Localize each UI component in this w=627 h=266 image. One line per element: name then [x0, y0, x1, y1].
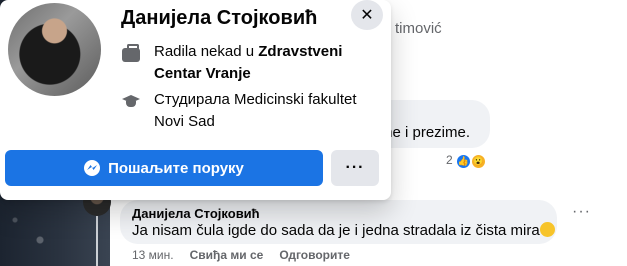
more-options-button[interactable]: ··· — [331, 150, 379, 186]
like-button[interactable]: Свиђа ми се — [190, 248, 264, 262]
send-message-label: Пошаљите поруку — [108, 159, 244, 177]
briefcase-icon — [121, 43, 141, 63]
comment-author[interactable]: Данијела Стојковић — [132, 206, 545, 221]
graduation-cap-icon — [121, 91, 141, 111]
comment-text-row: Ja nisam čula igde do sada da je i jedna… — [132, 222, 555, 239]
comment-bubble: Данијела Стојковић Ja nisam čula igde do… — [120, 200, 557, 244]
profile-hover-card: Данијела Стојковић ✕ Radila nekad u Zdra… — [0, 0, 391, 200]
thread-line — [96, 216, 98, 266]
wow-reaction-icon: 😮 — [470, 153, 487, 170]
profile-avatar[interactable] — [8, 3, 101, 96]
education-text: Студирала Medicinski fakultet Novi Sad — [154, 91, 357, 130]
background-comment-text: me i prezime. — [380, 124, 471, 141]
more-icon: ··· — [345, 159, 365, 176]
thinking-emoji-icon — [539, 222, 555, 237]
messenger-icon — [84, 160, 101, 176]
comment-actions: 13 мин. Свиђа ми се Одговорите — [132, 248, 350, 262]
work-info: Radila nekad u Zdravstveni Centar Vranje — [121, 41, 384, 85]
comment-text: Ja nisam čula igde do sada da je i jedna… — [132, 222, 540, 239]
profile-name[interactable]: Данијела Стојковић — [121, 7, 317, 30]
work-text: Radila nekad u Zdravstveni Centar Vranje — [154, 41, 384, 85]
education-info: Студирала Medicinski fakultet Novi Sad — [121, 89, 384, 133]
close-icon: ✕ — [360, 7, 374, 24]
reply-button[interactable]: Одговорите — [279, 248, 350, 262]
reaction-count[interactable]: 2 — [446, 153, 453, 167]
work-prefix: Radila nekad u — [154, 43, 259, 60]
comment-timestamp[interactable]: 13 мин. — [132, 248, 174, 262]
close-button[interactable]: ✕ — [351, 0, 383, 30]
send-message-button[interactable]: Пошаљите поруку — [5, 150, 323, 186]
background-commenter-name: timović — [395, 20, 442, 37]
comment-more-button[interactable]: ··· — [572, 203, 591, 221]
